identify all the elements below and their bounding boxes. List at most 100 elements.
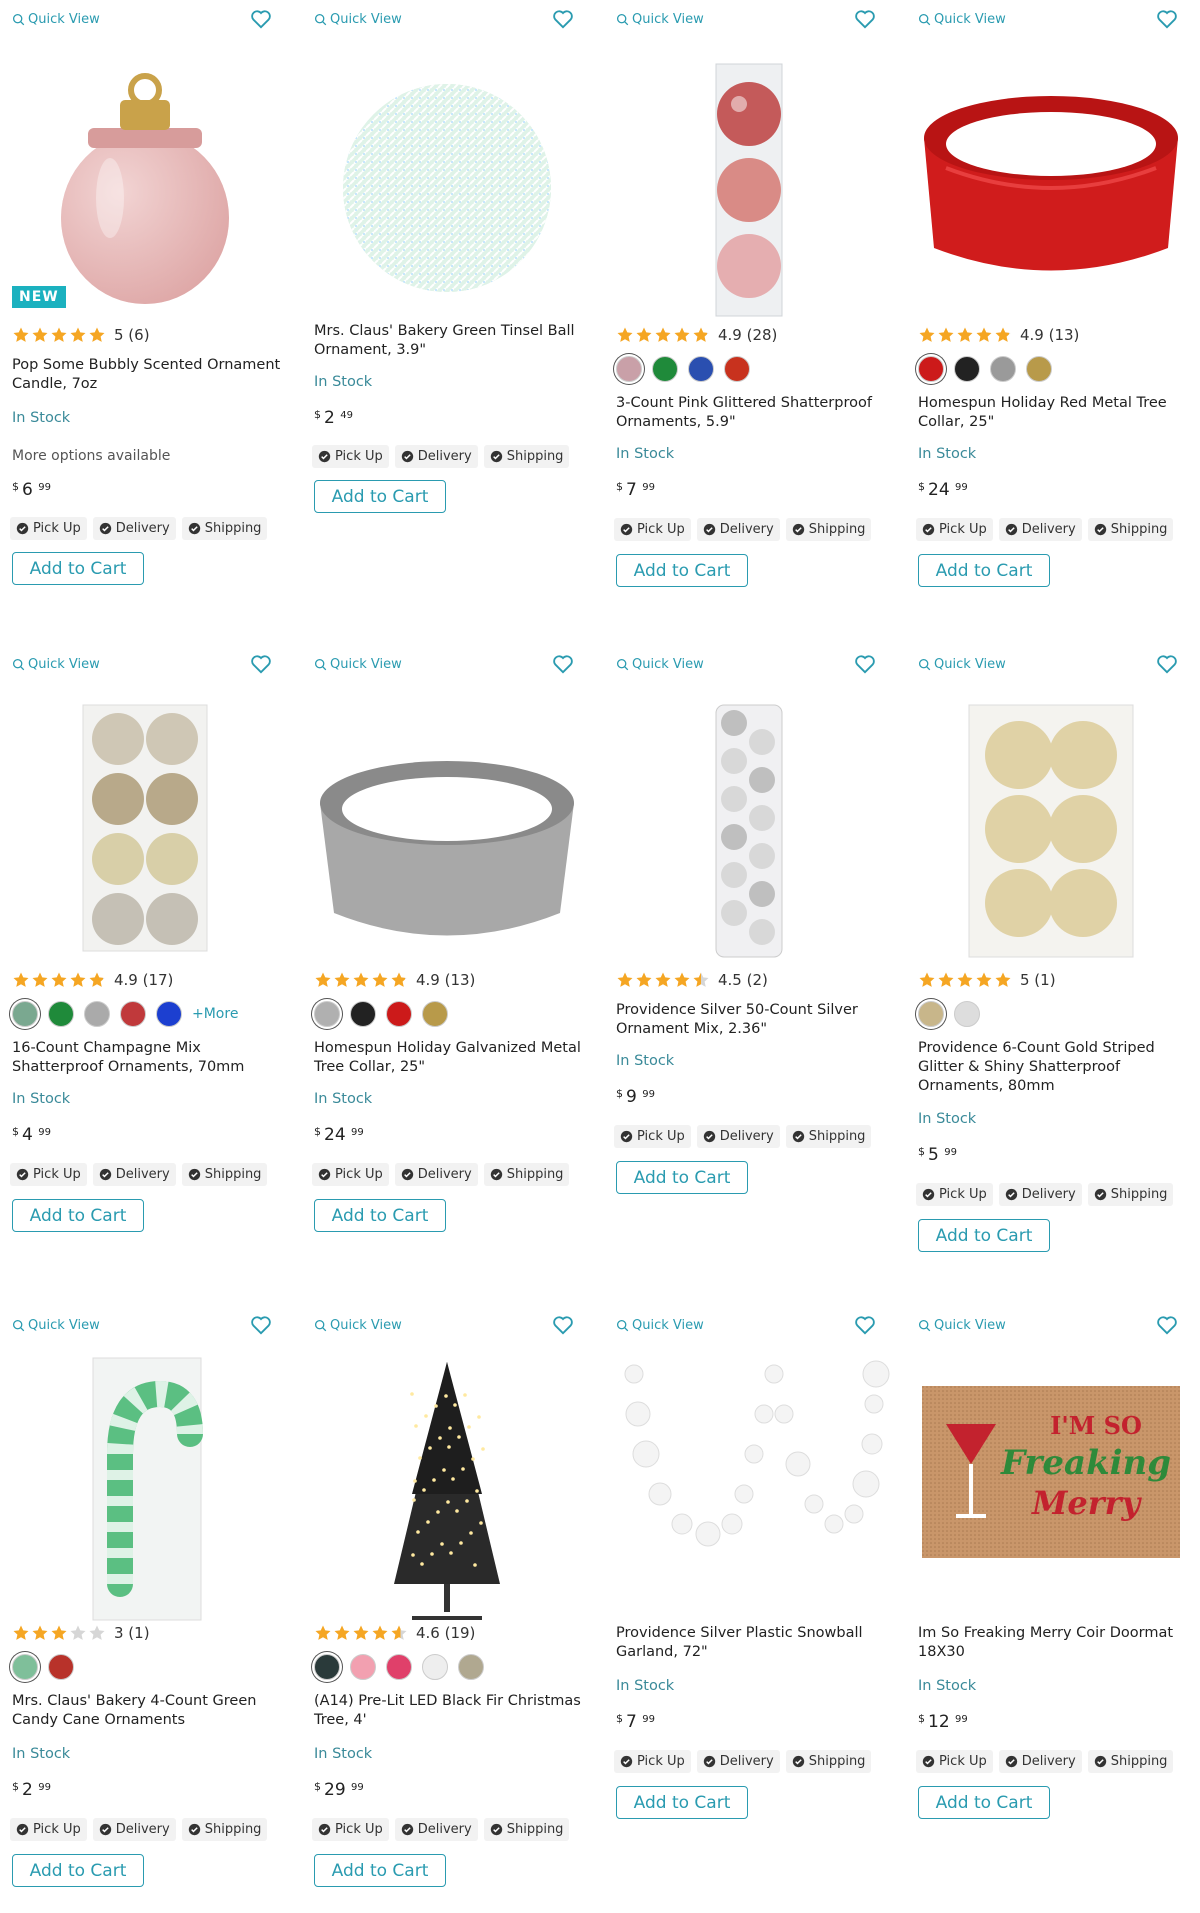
color-swatch[interactable]: [386, 1001, 412, 1027]
color-swatch[interactable]: [954, 356, 980, 382]
product-title[interactable]: 3-Count Pink Glittered Shatterproof Orna…: [616, 394, 886, 432]
color-swatch[interactable]: [422, 1654, 448, 1680]
quick-view-link[interactable]: Quick View: [616, 12, 704, 27]
color-swatch[interactable]: [954, 1001, 980, 1027]
rating[interactable]: 4.9 (28): [616, 326, 777, 344]
pick-up-option[interactable]: Pick Up: [916, 1750, 993, 1773]
quick-view-link[interactable]: Quick View: [616, 657, 704, 672]
product-image[interactable]: [302, 28, 592, 328]
delivery-option[interactable]: Delivery: [394, 445, 478, 468]
color-swatch[interactable]: [156, 1001, 182, 1027]
add-to-cart-button[interactable]: Add to Cart: [12, 1199, 144, 1232]
shipping-option[interactable]: Shipping: [483, 1818, 570, 1841]
color-swatch[interactable]: [990, 356, 1016, 382]
color-swatch[interactable]: [350, 1001, 376, 1027]
color-swatch[interactable]: [458, 1654, 484, 1680]
product-title[interactable]: Homespun Holiday Red Metal Tree Collar, …: [918, 394, 1188, 432]
heart-icon[interactable]: [1156, 9, 1178, 29]
delivery-option[interactable]: Delivery: [92, 1163, 176, 1186]
product-title[interactable]: (A14) Pre-Lit LED Black Fir Christmas Tr…: [314, 1692, 584, 1730]
shipping-option[interactable]: Shipping: [181, 1818, 268, 1841]
color-swatch[interactable]: [84, 1001, 110, 1027]
product-image[interactable]: [0, 1334, 290, 1634]
delivery-option[interactable]: Delivery: [696, 518, 780, 541]
product-image[interactable]: [604, 673, 894, 973]
product-image[interactable]: [604, 28, 894, 328]
color-swatch[interactable]: [616, 356, 642, 382]
pick-up-option[interactable]: Pick Up: [916, 518, 993, 541]
shipping-option[interactable]: Shipping: [181, 1163, 268, 1186]
add-to-cart-button[interactable]: Add to Cart: [918, 554, 1050, 587]
color-swatch[interactable]: [48, 1001, 74, 1027]
color-swatch[interactable]: [314, 1001, 340, 1027]
shipping-option[interactable]: Shipping: [181, 517, 268, 540]
color-swatch[interactable]: [12, 1654, 38, 1680]
delivery-option[interactable]: Delivery: [696, 1750, 780, 1773]
quick-view-link[interactable]: Quick View: [314, 12, 402, 27]
shipping-option[interactable]: Shipping: [785, 1125, 872, 1148]
product-image[interactable]: [906, 673, 1196, 973]
add-to-cart-button[interactable]: Add to Cart: [314, 480, 446, 513]
heart-icon[interactable]: [250, 1315, 272, 1335]
color-swatch[interactable]: [652, 356, 678, 382]
quick-view-link[interactable]: Quick View: [314, 1318, 402, 1333]
quick-view-link[interactable]: Quick View: [314, 657, 402, 672]
pick-up-option[interactable]: Pick Up: [312, 1163, 389, 1186]
heart-icon[interactable]: [250, 654, 272, 674]
heart-icon[interactable]: [250, 9, 272, 29]
delivery-option[interactable]: Delivery: [394, 1163, 478, 1186]
color-swatch[interactable]: [350, 1654, 376, 1680]
color-swatch[interactable]: [12, 1001, 38, 1027]
quick-view-link[interactable]: Quick View: [12, 657, 100, 672]
product-title[interactable]: Pop Some Bubbly Scented Ornament Candle,…: [12, 356, 282, 394]
quick-view-link[interactable]: Quick View: [918, 12, 1006, 27]
rating[interactable]: 5 (1): [918, 971, 1056, 989]
pick-up-option[interactable]: Pick Up: [614, 518, 691, 541]
quick-view-link[interactable]: Quick View: [918, 657, 1006, 672]
add-to-cart-button[interactable]: Add to Cart: [616, 554, 748, 587]
rating[interactable]: 4.6 (19): [314, 1624, 475, 1642]
product-image[interactable]: [0, 28, 290, 328]
more-swatches-link[interactable]: +More: [192, 1006, 238, 1022]
heart-icon[interactable]: [552, 9, 574, 29]
add-to-cart-button[interactable]: Add to Cart: [918, 1786, 1050, 1819]
add-to-cart-button[interactable]: Add to Cart: [12, 1854, 144, 1887]
product-title[interactable]: Providence 6-Count Gold Striped Glitter …: [918, 1039, 1188, 1096]
heart-icon[interactable]: [552, 1315, 574, 1335]
product-image[interactable]: [604, 1334, 894, 1634]
heart-icon[interactable]: [854, 1315, 876, 1335]
color-swatch[interactable]: [918, 1001, 944, 1027]
product-title[interactable]: 16-Count Champagne Mix Shatterproof Orna…: [12, 1039, 282, 1077]
add-to-cart-button[interactable]: Add to Cart: [314, 1199, 446, 1232]
pick-up-option[interactable]: Pick Up: [312, 445, 389, 468]
quick-view-link[interactable]: Quick View: [918, 1318, 1006, 1333]
product-title[interactable]: Mrs. Claus' Bakery 4-Count Green Candy C…: [12, 1692, 282, 1730]
add-to-cart-button[interactable]: Add to Cart: [918, 1219, 1050, 1252]
pick-up-option[interactable]: Pick Up: [10, 517, 87, 540]
delivery-option[interactable]: Delivery: [394, 1818, 478, 1841]
delivery-option[interactable]: Delivery: [92, 517, 176, 540]
color-swatch[interactable]: [724, 356, 750, 382]
pick-up-option[interactable]: Pick Up: [614, 1125, 691, 1148]
delivery-option[interactable]: Delivery: [998, 518, 1082, 541]
heart-icon[interactable]: [854, 654, 876, 674]
add-to-cart-button[interactable]: Add to Cart: [12, 552, 144, 585]
add-to-cart-button[interactable]: Add to Cart: [616, 1786, 748, 1819]
product-image[interactable]: [906, 28, 1196, 328]
color-swatch[interactable]: [1026, 356, 1052, 382]
color-swatch[interactable]: [422, 1001, 448, 1027]
pick-up-option[interactable]: Pick Up: [614, 1750, 691, 1773]
rating[interactable]: 4.9 (13): [314, 971, 475, 989]
rating[interactable]: 4.9 (17): [12, 971, 173, 989]
quick-view-link[interactable]: Quick View: [616, 1318, 704, 1333]
product-title[interactable]: Providence Silver Plastic Snowball Garla…: [616, 1624, 886, 1662]
shipping-option[interactable]: Shipping: [1087, 518, 1174, 541]
product-title[interactable]: Homespun Holiday Galvanized Metal Tree C…: [314, 1039, 584, 1077]
rating[interactable]: 3 (1): [12, 1624, 150, 1642]
delivery-option[interactable]: Delivery: [998, 1750, 1082, 1773]
product-title[interactable]: Im So Freaking Merry Coir Doormat 18X30: [918, 1624, 1188, 1662]
add-to-cart-button[interactable]: Add to Cart: [314, 1854, 446, 1887]
shipping-option[interactable]: Shipping: [1087, 1750, 1174, 1773]
delivery-option[interactable]: Delivery: [998, 1183, 1082, 1206]
product-title[interactable]: Mrs. Claus' Bakery Green Tinsel Ball Orn…: [314, 322, 584, 360]
